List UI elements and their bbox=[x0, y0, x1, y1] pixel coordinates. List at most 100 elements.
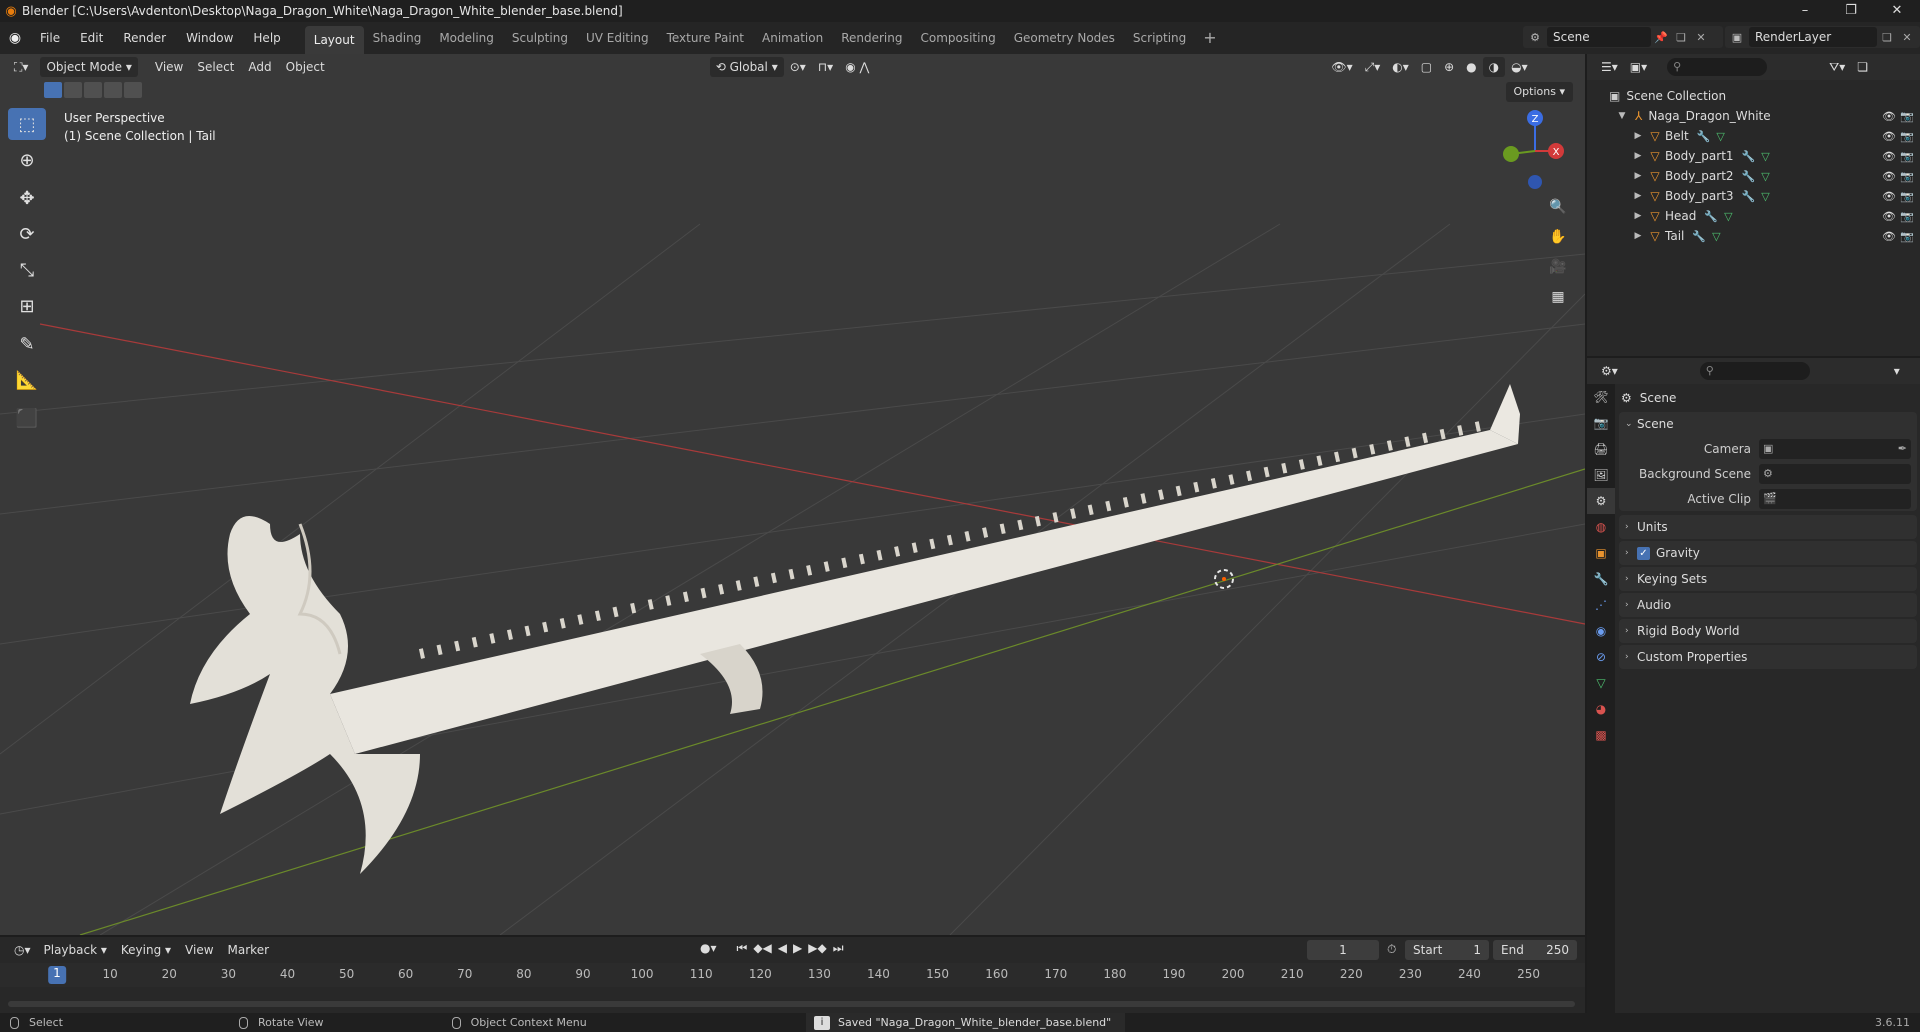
overlays-icon[interactable]: ◐▾ bbox=[1386, 57, 1415, 77]
snap-icon[interactable]: ⊓▾ bbox=[812, 57, 839, 77]
editor-type-icon[interactable]: ⛶▾ bbox=[8, 57, 34, 77]
tab-animation[interactable]: Animation bbox=[753, 22, 832, 54]
minimize-button[interactable]: – bbox=[1782, 0, 1828, 22]
scale-tool-icon[interactable]: ⤡ bbox=[8, 254, 46, 286]
particles-tab-icon[interactable]: ⋰ bbox=[1587, 592, 1615, 618]
pin-icon[interactable]: 📌 bbox=[1651, 31, 1671, 44]
expand-arrow-icon[interactable]: ▶ bbox=[1631, 211, 1645, 221]
expand-arrow-icon[interactable]: ▶ bbox=[1631, 131, 1645, 141]
render-camera-icon[interactable]: 📷 bbox=[1900, 210, 1914, 223]
viewport-menu-add[interactable]: Add bbox=[241, 54, 278, 80]
next-keyframe-icon[interactable]: ▶◆ bbox=[808, 941, 826, 956]
render-layer-field[interactable]: RenderLayer bbox=[1749, 27, 1877, 47]
eye-icon[interactable]: 👁 bbox=[1882, 190, 1896, 203]
view-layer-tab-icon[interactable]: 🖼 bbox=[1587, 462, 1615, 488]
menu-help[interactable]: Help bbox=[243, 22, 290, 54]
move-tool-icon[interactable]: ✥ bbox=[8, 182, 46, 214]
mesh-data-icon[interactable]: ▽ bbox=[1761, 190, 1769, 203]
properties-editor-type-icon[interactable]: ⚙▾ bbox=[1595, 361, 1624, 381]
select-intersect-icon[interactable] bbox=[124, 82, 142, 98]
new-collection-icon[interactable]: ❏ bbox=[1851, 57, 1874, 77]
audio-panel-header[interactable]: › Audio bbox=[1619, 593, 1917, 617]
render-camera-icon[interactable]: 📷 bbox=[1900, 230, 1914, 243]
custom-properties-panel-header[interactable]: › Custom Properties bbox=[1619, 645, 1917, 669]
shading-material-icon[interactable]: ◑ bbox=[1482, 57, 1506, 77]
tab-geometry-nodes[interactable]: Geometry Nodes bbox=[1005, 22, 1124, 54]
naga-dragon-model[interactable] bbox=[190, 384, 1520, 874]
pan-hand-icon[interactable]: ✋ bbox=[1545, 224, 1571, 250]
modifier-wrench-icon[interactable]: 🔧 bbox=[1697, 130, 1711, 143]
modifier-tab-icon[interactable]: 🔧 bbox=[1587, 566, 1615, 592]
material-tab-icon[interactable]: ◕ bbox=[1587, 696, 1615, 722]
timeline-editor-type-icon[interactable]: ◷▾ bbox=[8, 940, 37, 960]
close-button[interactable]: ✕ bbox=[1874, 0, 1920, 22]
texture-tab-icon[interactable]: ▩ bbox=[1587, 722, 1615, 748]
eye-icon[interactable]: 👁 bbox=[1882, 110, 1896, 123]
visibility-icon[interactable]: 👁▾ bbox=[1325, 57, 1358, 77]
outliner-row-body-part3[interactable]: ▶ ▽ Body_part3 🔧 ▽ 👁 📷 bbox=[1587, 186, 1920, 206]
eye-icon[interactable]: 👁 bbox=[1882, 150, 1896, 163]
expand-arrow-icon[interactable]: ▶ bbox=[1631, 231, 1645, 241]
object-mode-dropdown[interactable]: Object Mode ▾ bbox=[40, 57, 138, 77]
tab-uv-editing[interactable]: UV Editing bbox=[577, 22, 658, 54]
expand-arrow-icon[interactable]: ▶ bbox=[1631, 191, 1645, 201]
outliner-row-head[interactable]: ▶ ▽ Head 🔧 ▽ 👁 📷 bbox=[1587, 206, 1920, 226]
outliner-row-tail[interactable]: ▶ ▽ Tail 🔧 ▽ 👁 📷 bbox=[1587, 226, 1920, 246]
eye-icon[interactable]: 👁 bbox=[1882, 210, 1896, 223]
render-camera-icon[interactable]: 📷 bbox=[1900, 110, 1914, 123]
physics-tab-icon[interactable]: ◉ bbox=[1587, 618, 1615, 644]
menu-edit[interactable]: Edit bbox=[70, 22, 113, 54]
current-frame-indicator[interactable]: 1 bbox=[48, 966, 66, 984]
expand-arrow-icon[interactable]: ▶ bbox=[1631, 151, 1645, 161]
eyedropper-icon[interactable]: ✒ bbox=[1898, 442, 1907, 455]
add-cube-tool-icon[interactable]: ⬛ bbox=[8, 402, 46, 434]
outliner-editor-type-icon[interactable]: ☰▾ bbox=[1595, 57, 1624, 77]
timeline-menu-keying[interactable]: Keying ▾ bbox=[114, 937, 178, 963]
output-tab-icon[interactable]: 🖨 bbox=[1587, 436, 1615, 462]
units-panel-header[interactable]: › Units bbox=[1619, 515, 1917, 539]
annotate-tool-icon[interactable]: ✎ bbox=[8, 328, 46, 360]
eye-icon[interactable]: 👁 bbox=[1882, 230, 1896, 243]
outliner-search-input[interactable]: ⚲ bbox=[1667, 58, 1768, 76]
rigid-body-panel-header[interactable]: › Rigid Body World bbox=[1619, 619, 1917, 643]
render-tab-icon[interactable]: 📷 bbox=[1587, 410, 1615, 436]
play-reverse-icon[interactable]: ◀ bbox=[778, 941, 787, 956]
render-layer-selector[interactable]: ▣ RenderLayer ❏ ✕ bbox=[1725, 26, 1920, 48]
outliner-row-belt[interactable]: ▶ ▽ Belt 🔧 ▽ 👁 📷 bbox=[1587, 126, 1920, 146]
properties-options-icon[interactable]: ▾ bbox=[1888, 361, 1906, 381]
collection-row[interactable]: ▼ ⅄ Naga_Dragon_White 👁 📷 bbox=[1587, 106, 1920, 126]
camera-view-icon[interactable]: 🎥 bbox=[1545, 254, 1571, 280]
camera-field[interactable]: ▣ ✒ bbox=[1759, 438, 1911, 459]
delete-scene-icon[interactable]: ✕ bbox=[1691, 31, 1711, 44]
xray-icon[interactable]: ▢ bbox=[1415, 57, 1438, 77]
render-camera-icon[interactable]: 📷 bbox=[1900, 170, 1914, 183]
custom-properties-panel[interactable]: › Custom Properties bbox=[1619, 645, 1917, 669]
tab-layout[interactable]: Layout bbox=[304, 26, 364, 54]
viewport-menu-object[interactable]: Object bbox=[279, 54, 332, 80]
data-tab-icon[interactable]: ▽ bbox=[1587, 670, 1615, 696]
scene-collection-row[interactable]: ▣ Scene Collection bbox=[1587, 86, 1920, 106]
timeline-menu-playback[interactable]: Playback ▾ bbox=[37, 937, 114, 963]
select-box-tool-icon[interactable]: ⬚ bbox=[8, 108, 46, 140]
menu-file[interactable]: File bbox=[30, 22, 70, 54]
scene-panel-header[interactable]: ⌄ Scene bbox=[1619, 412, 1917, 436]
viewport-menu-view[interactable]: View bbox=[148, 54, 190, 80]
navigation-gizmo[interactable]: Z X bbox=[1503, 110, 1564, 189]
menu-window[interactable]: Window bbox=[176, 22, 243, 54]
shading-rendered-icon[interactable]: ◒▾ bbox=[1505, 57, 1534, 77]
rigid-body-world-panel[interactable]: › Rigid Body World bbox=[1619, 619, 1917, 643]
active-clip-field[interactable]: 🎬 bbox=[1759, 488, 1911, 509]
rotate-tool-icon[interactable]: ⟳ bbox=[8, 218, 46, 250]
properties-search-input[interactable]: ⚲ bbox=[1699, 362, 1810, 380]
measure-tool-icon[interactable]: 📐 bbox=[8, 364, 46, 396]
gizmo-toggle-icon[interactable]: ⤢▾ bbox=[1359, 57, 1387, 77]
outliner-row-body-part1[interactable]: ▶ ▽ Body_part1 🔧 ▽ 👁 📷 bbox=[1587, 146, 1920, 166]
tool-tab-icon[interactable]: 🛠 bbox=[1587, 384, 1615, 410]
jump-start-icon[interactable]: ⏮ bbox=[737, 941, 748, 956]
expand-arrow-icon[interactable]: ▼ bbox=[1615, 111, 1629, 121]
options-dropdown[interactable]: Options ▾ bbox=[1505, 82, 1573, 102]
world-tab-icon[interactable]: ◍ bbox=[1587, 514, 1615, 540]
prev-keyframe-icon[interactable]: ◆◀ bbox=[753, 941, 771, 956]
tab-scripting[interactable]: Scripting bbox=[1124, 22, 1195, 54]
select-new-icon[interactable] bbox=[44, 82, 62, 98]
